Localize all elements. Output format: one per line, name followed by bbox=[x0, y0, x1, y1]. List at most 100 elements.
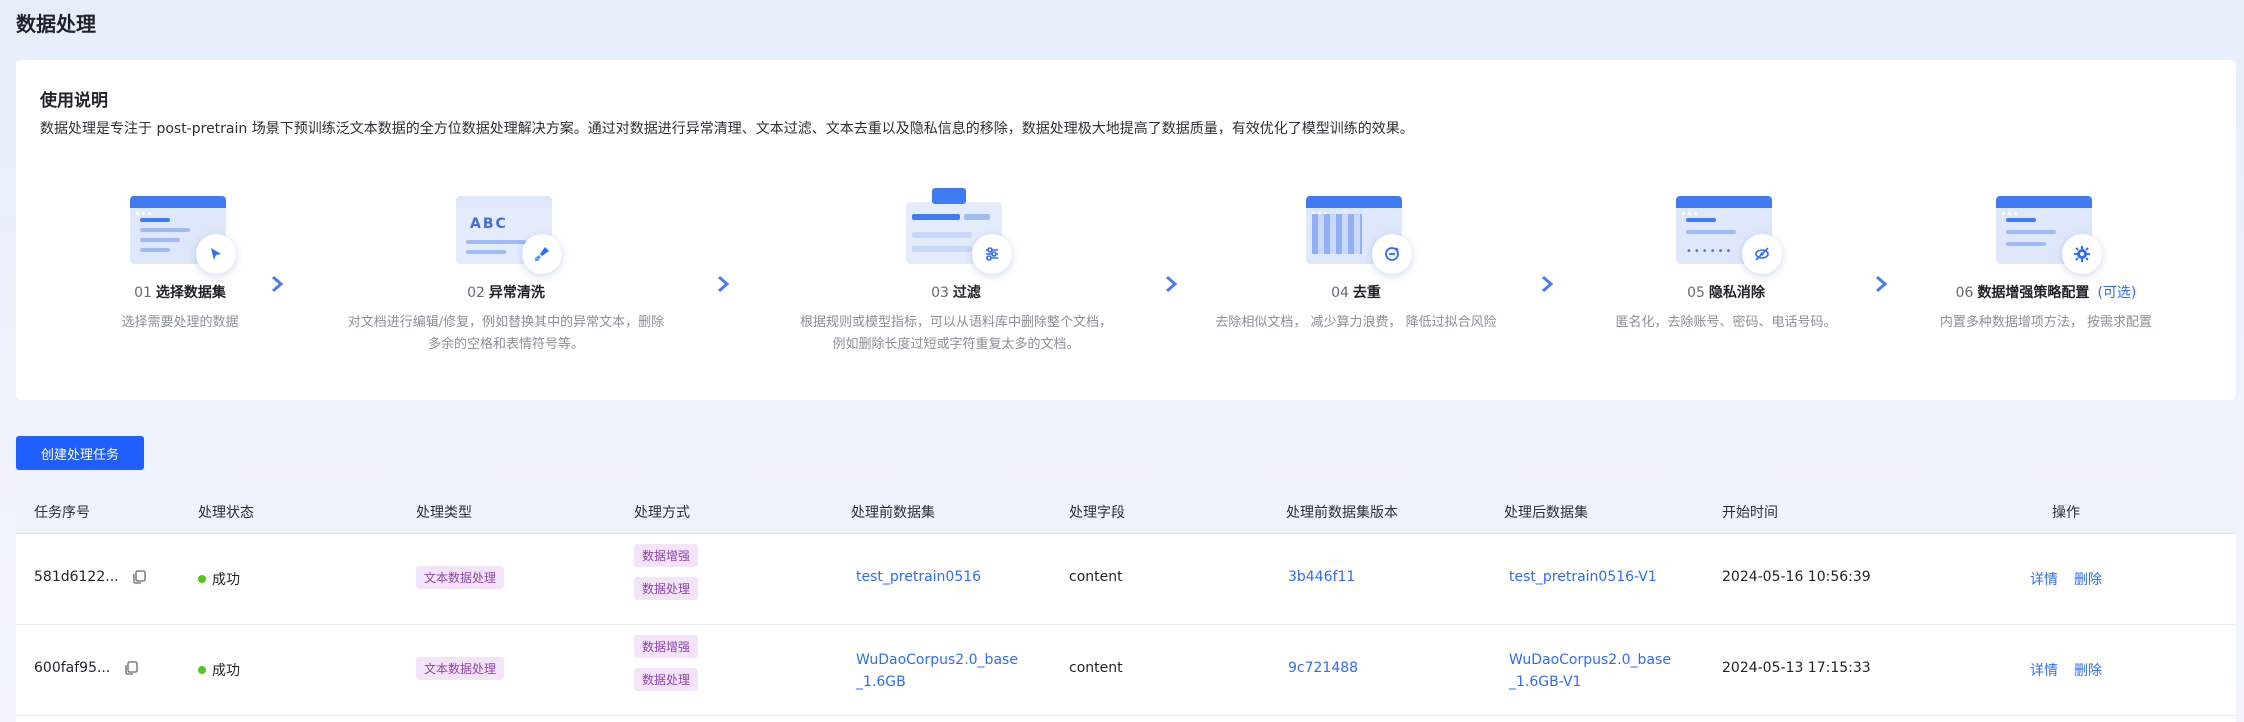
anomaly-cleaning-illustration: ABC bbox=[446, 188, 566, 274]
step-name: 选择数据集 bbox=[155, 285, 226, 301]
step-name: 隐私消除 bbox=[1708, 285, 1765, 301]
success-status-dot bbox=[198, 575, 206, 583]
step-privacy-removal: •••••• 05 隐私消除 匿名化，去除账号、密码、电话号码。 bbox=[1576, 188, 1876, 334]
step-name: 过滤 bbox=[952, 285, 981, 301]
cursor-icon bbox=[196, 234, 236, 274]
source-dataset-link[interactable]: test_pretrain0516 bbox=[856, 569, 981, 585]
chevron-right-icon bbox=[718, 275, 730, 293]
step-name: 去重 bbox=[1352, 285, 1381, 301]
column-header-source-version: 处理前数据集版本 bbox=[1286, 505, 1398, 521]
step-name: 数据增强策略配置 bbox=[1977, 285, 2090, 301]
column-header-method: 处理方式 bbox=[634, 505, 690, 521]
step-number: 06 bbox=[1955, 285, 1974, 301]
process-steps: 01 选择数据集 选择需要处理的数据 ABC 02 异常清洗 对文档进行编辑/修… bbox=[16, 60, 2236, 400]
task-id-cell: 600faf95... bbox=[34, 660, 139, 676]
source-dataset-line: _1.6GB bbox=[856, 674, 906, 690]
gear-icon bbox=[2062, 234, 2102, 274]
step-anomaly-cleaning: ABC 02 异常清洗 对文档进行编辑/修复，例如替换其中的异常文本，删除 多余的… bbox=[296, 188, 716, 356]
status-text: 成功 bbox=[212, 663, 240, 679]
dedupe-icon bbox=[1372, 234, 1412, 274]
task-id-cell: 581d6122... bbox=[34, 569, 147, 585]
brush-icon bbox=[522, 234, 562, 274]
page-title: 数据处理 bbox=[16, 12, 96, 36]
filter-illustration bbox=[896, 188, 1016, 274]
column-header-source-dataset: 处理前数据集 bbox=[851, 505, 935, 521]
column-header-actions: 操作 bbox=[2052, 505, 2080, 521]
status-text: 成功 bbox=[212, 572, 240, 588]
augmentation-illustration bbox=[1986, 188, 2106, 274]
sliders-icon bbox=[972, 234, 1012, 274]
step-description-line: 对文档进行编辑/修复，例如替换其中的异常文本，删除 bbox=[347, 315, 665, 330]
type-cell: 文本数据处理 bbox=[416, 657, 505, 680]
method-cell: 数据增强 数据处理 bbox=[634, 544, 699, 600]
step-number: 05 bbox=[1687, 285, 1705, 301]
method-tag: 数据增强 bbox=[634, 635, 699, 658]
optional-label: (可选) bbox=[2097, 285, 2137, 301]
method-tag: 数据处理 bbox=[634, 668, 699, 691]
detail-link[interactable]: 详情 bbox=[2030, 660, 2058, 680]
step-name: 异常清洗 bbox=[488, 285, 545, 301]
target-dataset-link[interactable]: WuDaoCorpus2.0_base _1.6GB-V1 bbox=[1509, 649, 1671, 693]
source-version-link[interactable]: 3b446f11 bbox=[1288, 569, 1355, 585]
copy-icon[interactable] bbox=[131, 569, 147, 585]
delete-link[interactable]: 删除 bbox=[2074, 569, 2102, 589]
column-header-id: 任务序号 bbox=[34, 505, 90, 521]
step-description: 选择需要处理的数据 bbox=[121, 315, 239, 330]
field-cell: content bbox=[1069, 660, 1123, 676]
target-dataset-line: _1.6GB-V1 bbox=[1509, 674, 1582, 690]
step-number: 04 bbox=[1331, 285, 1349, 301]
task-table: 任务序号 处理状态 处理类型 处理方式 处理前数据集 处理字段 处理前数据集版本… bbox=[16, 488, 2236, 722]
table-row: 581d6122... 成功 文本数据处理 数据增强 数据处理 test_pre… bbox=[16, 534, 2236, 625]
usage-guide-card: 使用说明 数据处理是专注于 post-pretrain 场景下预训练泛文本数据的… bbox=[16, 60, 2236, 400]
step-description: 匿名化，去除账号、密码、电话号码。 bbox=[1615, 315, 1837, 330]
type-tag: 文本数据处理 bbox=[416, 566, 505, 589]
start-time-cell: 2024-05-16 10:56:39 bbox=[1722, 569, 1871, 585]
step-augmentation-config: 06 数据增强策略配置 (可选) 内置多种数据增项方法， 按需求配置 bbox=[1896, 188, 2196, 334]
table-header: 任务序号 处理状态 处理类型 处理方式 处理前数据集 处理字段 处理前数据集版本… bbox=[16, 488, 2236, 534]
step-dedupe: 04 去重 去除相似文档， 减少算力浪费， 降低过拟合风险 bbox=[1176, 188, 1536, 334]
step-description: 内置多种数据增项方法， 按需求配置 bbox=[1939, 315, 2153, 330]
select-dataset-illustration bbox=[120, 188, 240, 274]
copy-icon[interactable] bbox=[123, 660, 139, 676]
chevron-right-icon bbox=[1542, 275, 1554, 293]
column-header-type: 处理类型 bbox=[416, 505, 472, 521]
column-header-start-time: 开始时间 bbox=[1722, 505, 1778, 521]
type-cell: 文本数据处理 bbox=[416, 566, 505, 589]
step-description: 去除相似文档， 减少算力浪费， 降低过拟合风险 bbox=[1215, 315, 1497, 330]
chevron-right-icon bbox=[1876, 275, 1888, 293]
eye-off-icon bbox=[1742, 234, 1782, 274]
privacy-removal-illustration: •••••• bbox=[1666, 188, 1786, 274]
step-description-line: 例如删除长度过短或字符重复太多的文档。 bbox=[832, 337, 1080, 352]
delete-link[interactable]: 删除 bbox=[2074, 660, 2102, 680]
target-dataset-link[interactable]: test_pretrain0516-V1 bbox=[1509, 569, 1657, 585]
start-time-cell: 2024-05-13 17:15:33 bbox=[1722, 660, 1871, 676]
table-row: 600faf95... 成功 文本数据处理 数据增强 数据处理 WuDaoCor… bbox=[16, 625, 2236, 716]
column-header-status: 处理状态 bbox=[198, 505, 254, 521]
step-number: 03 bbox=[931, 285, 949, 301]
source-dataset-line: WuDaoCorpus2.0_base bbox=[856, 652, 1018, 668]
step-select-dataset: 01 选择数据集 选择需要处理的数据 bbox=[80, 188, 280, 334]
step-description-line: 根据规则或模型指标，可以从语料库中删除整个文档， bbox=[799, 315, 1112, 330]
create-task-button[interactable]: 创建处理任务 bbox=[16, 436, 144, 470]
method-tag: 数据处理 bbox=[634, 577, 699, 600]
target-dataset-line: WuDaoCorpus2.0_base bbox=[1509, 652, 1671, 668]
dedupe-illustration bbox=[1296, 188, 1416, 274]
detail-link[interactable]: 详情 bbox=[2030, 569, 2058, 589]
success-status-dot bbox=[198, 666, 206, 674]
status-cell: 成功 bbox=[198, 660, 240, 680]
source-dataset-link[interactable]: WuDaoCorpus2.0_base _1.6GB bbox=[856, 649, 1018, 693]
column-header-field: 处理字段 bbox=[1069, 505, 1125, 521]
task-id: 581d6122... bbox=[34, 569, 119, 585]
source-version-link[interactable]: 9c721488 bbox=[1288, 660, 1358, 676]
abc-text: ABC bbox=[470, 216, 508, 232]
step-filter: 03 过滤 根据规则或模型指标，可以从语料库中删除整个文档， 例如删除长度过短或字… bbox=[746, 188, 1166, 356]
status-cell: 成功 bbox=[198, 569, 240, 589]
step-number: 02 bbox=[467, 285, 485, 301]
step-number: 01 bbox=[134, 285, 152, 301]
type-tag: 文本数据处理 bbox=[416, 657, 505, 680]
method-cell: 数据增强 数据处理 bbox=[634, 635, 699, 691]
chevron-right-icon bbox=[272, 275, 284, 293]
task-id: 600faf95... bbox=[34, 660, 111, 676]
step-description-line: 多余的空格和表情符号等。 bbox=[427, 337, 584, 352]
method-tag: 数据增强 bbox=[634, 544, 699, 567]
